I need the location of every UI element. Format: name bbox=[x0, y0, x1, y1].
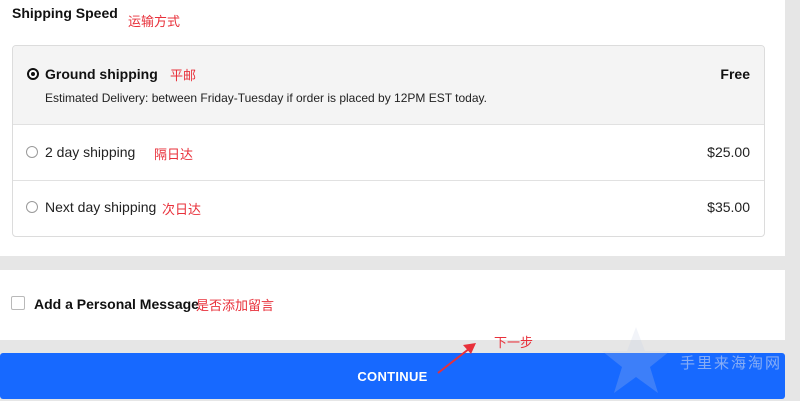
ground-shipping-price: Free bbox=[720, 66, 750, 82]
next-day-radio-button[interactable] bbox=[26, 201, 38, 213]
shipping-option-next-day[interactable]: Next day shipping 次日达 $35.00 bbox=[13, 181, 764, 236]
ground-shipping-annotation: 平邮 bbox=[170, 69, 197, 84]
two-day-radio-button[interactable] bbox=[26, 146, 38, 158]
next-day-shipping-annotation: 次日达 bbox=[162, 203, 202, 218]
shipping-option-two-day[interactable]: 2 day shipping 隔日达 $25.00 bbox=[13, 125, 764, 180]
ground-shipping-description: Estimated Delivery: between Friday-Tuesd… bbox=[45, 91, 487, 105]
two-day-shipping-annotation: 隔日达 bbox=[154, 148, 194, 163]
shipping-speed-title: Shipping Speed bbox=[12, 5, 118, 21]
shipping-speed-card: Shipping Speed 运输方式 Ground shipping 平邮 F… bbox=[0, 0, 785, 256]
personal-message-annotation: 是否添加留言 bbox=[196, 299, 275, 314]
next-day-shipping-price: $35.00 bbox=[707, 199, 750, 215]
ground-shipping-label: Ground shipping bbox=[45, 66, 158, 82]
personal-message-label[interactable]: Add a Personal Message bbox=[34, 296, 199, 312]
two-day-shipping-label: 2 day shipping bbox=[45, 144, 136, 160]
watermark-text: 手里来海淘网 bbox=[680, 354, 783, 372]
next-day-shipping-label: Next day shipping bbox=[45, 199, 157, 215]
shipping-option-ground[interactable]: Ground shipping 平邮 Free Estimated Delive… bbox=[13, 46, 764, 124]
two-day-shipping-price: $25.00 bbox=[707, 144, 750, 160]
shipping-speed-annotation: 运输方式 bbox=[128, 15, 181, 30]
continue-annotation: 下一步 bbox=[494, 336, 534, 351]
personal-message-checkbox[interactable] bbox=[11, 296, 25, 310]
annotation-arrow-icon bbox=[437, 343, 476, 374]
ground-radio-button[interactable] bbox=[27, 68, 39, 80]
shipping-options-list: Ground shipping 平邮 Free Estimated Delive… bbox=[12, 45, 765, 237]
